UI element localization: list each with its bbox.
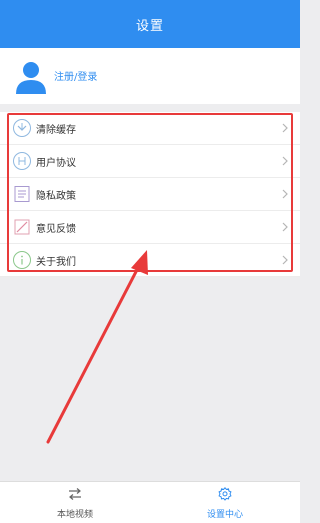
swap-arrows-icon xyxy=(69,488,81,500)
page-title: 设置 xyxy=(135,18,164,34)
gear-icon xyxy=(218,487,232,501)
app-header: 设置 xyxy=(0,0,300,48)
nav-item-local-video[interactable]: 本地视频 xyxy=(0,482,150,523)
nav-label: 设置中心 xyxy=(206,510,243,520)
login-link[interactable]: 注册/登录 xyxy=(54,68,97,83)
profile-card[interactable]: 注册/登录 xyxy=(0,48,300,104)
nav-item-settings-center[interactable]: 设置中心 xyxy=(150,482,300,523)
nav-label: 本地视频 xyxy=(56,510,93,520)
bottom-nav: 本地视频 设置中心 xyxy=(0,481,300,523)
avatar-icon xyxy=(16,62,46,94)
annotation-highlight-box xyxy=(7,113,293,272)
